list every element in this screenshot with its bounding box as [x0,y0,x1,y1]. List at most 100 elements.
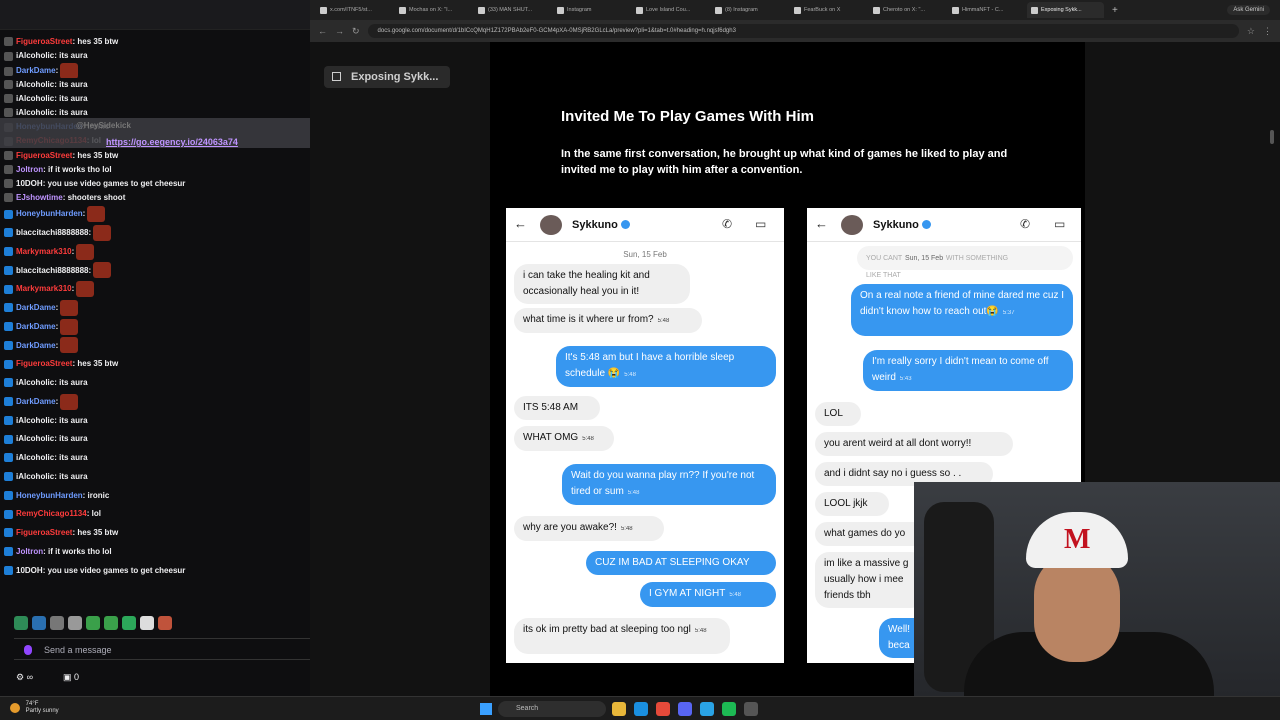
back-icon[interactable]: ← [318,26,327,36]
emote-icon[interactable] [140,616,154,630]
pinned-user: @HeySidekick [76,121,131,130]
mic-icon[interactable] [24,645,32,655]
reload-icon[interactable]: ↻ [352,26,360,37]
emote-icon [60,318,79,335]
chat-username[interactable]: EJshowtime [16,193,63,202]
browser-tab[interactable]: Instagram [553,2,630,18]
browser-tab[interactable]: Mochas on X: "I... [395,2,472,18]
chat-username[interactable]: HoneybunHarden [16,491,83,500]
tab-label: Love Island Cou... [646,7,691,13]
url-field[interactable]: docs.google.com/document/d/1bICcQMqH1Z17… [367,24,1239,38]
chat-username[interactable]: iAlcoholic [16,453,54,462]
chat-username[interactable]: FigueroaStreet [16,528,72,537]
section-heading: Invited Me To Play Games With Him [561,108,814,125]
chat-username[interactable]: 10DOH [16,179,43,188]
received-message: what time is it where ur from? 5:48 [514,308,702,333]
chat-username[interactable]: DarkDame [16,303,56,312]
bookmark-icon[interactable]: ☆ [1247,26,1255,37]
chat-username[interactable]: DarkDame [16,341,56,350]
new-tab-button[interactable]: + [1112,5,1118,16]
chat-username[interactable]: FigueroaStreet [16,151,72,160]
badge-icon [4,150,13,160]
chat-username[interactable]: FigueroaStreet [16,359,72,368]
discord-icon[interactable] [678,702,692,716]
emote-icon [60,337,79,354]
chat-message: iAlcoholic: its aura [4,412,304,431]
app-icon[interactable] [700,702,714,716]
chat-username[interactable]: FigueroaStreet [16,37,72,46]
message-text: I'm really sorry I didn't mean to come o… [872,356,1049,383]
chat-username[interactable]: blaccitachi8888888 [16,228,89,237]
edge-icon[interactable] [634,702,648,716]
points-icon[interactable]: ▣ 0 [63,672,79,683]
browser-tab[interactable]: Exposing Sykk... [1027,2,1104,18]
scrollbar[interactable] [1270,130,1274,144]
emote-icon[interactable] [104,616,118,630]
sent-message: CUZ IM BAD AT SLEEPING OKAY [586,551,776,575]
browser-tab[interactable]: HimmaNFT - C... [948,2,1025,18]
chat-username[interactable]: RemyChicago1134 [16,509,87,518]
taskbar-search[interactable]: Search [498,701,606,717]
chat-username[interactable]: Joltron [16,547,43,556]
gemini-button[interactable]: Ask Gemini [1227,5,1270,15]
chat-username[interactable]: DarkDame [16,66,56,75]
chat-input[interactable]: Send a message [14,638,310,660]
chat-username[interactable]: Markymark310 [16,284,72,293]
chat-username[interactable]: 10DOH [16,566,43,575]
chat-username[interactable]: iAlcoholic [16,51,54,60]
chat-username[interactable]: iAlcoholic [16,108,54,117]
chat-username[interactable]: Markymark310 [16,247,72,256]
chat-footer: ⚙ ∞ ▣ 0 [16,672,79,683]
spotify-icon[interactable] [722,702,736,716]
chat-username[interactable]: iAlcoholic [16,416,54,425]
chat-username[interactable]: iAlcoholic [16,80,54,89]
weather-widget[interactable]: 74°F Partly sunny [10,701,59,715]
file-explorer-icon[interactable] [612,702,626,716]
chat-text: : [71,246,75,256]
outline-button[interactable]: Exposing Sykk... [324,66,451,88]
chat-message: EJshowtime: shooters shoot [4,191,304,205]
browser-tab[interactable]: Cheroto on X: "... [869,2,946,18]
emote-icon[interactable] [50,616,64,630]
browser-tab[interactable]: (33) MAN SHUT... [474,2,551,18]
chat-username[interactable]: HoneybunHarden [16,209,83,218]
verified-icon [921,220,931,229]
message-time: 5:48 [582,436,594,442]
badge-icon [4,397,13,407]
chrome-icon[interactable] [656,702,670,716]
message-text: CUZ IM BAD AT SLEEPING OKAY [595,557,750,568]
badge-icon [4,340,13,350]
chat-username[interactable]: DarkDame [16,322,56,331]
browser-tab[interactable]: (8) Instagram [711,2,788,18]
obs-icon[interactable] [744,702,758,716]
chat-username[interactable]: iAlcoholic [16,94,54,103]
emote-icon[interactable] [68,616,82,630]
browser-tab[interactable]: Love Island Cou... [632,2,709,18]
chat-username[interactable]: iAlcoholic [16,434,54,443]
badge-icon [4,209,13,219]
chat-message: iAlcoholic: its aura [4,468,304,487]
emote-icon [87,206,106,223]
emote-icon[interactable] [122,616,136,630]
emote-icon[interactable] [158,616,172,630]
chat-message: blaccitachi8888888: [4,224,304,243]
verified-icon [620,220,630,229]
chat-username[interactable]: Joltron [16,165,43,174]
windows-start-icon[interactable] [480,703,492,715]
emote-icon[interactable] [32,616,46,630]
chat-username[interactable]: blaccitachi8888888 [16,266,89,275]
message-time: 5:43 [899,376,912,382]
chat-username[interactable]: DarkDame [16,397,56,406]
pinned-link[interactable]: https://go.eegency.io/24063a74 [106,137,238,147]
menu-icon[interactable]: ⋮ [1263,26,1272,37]
settings-icon[interactable]: ⚙ ∞ [16,672,33,683]
weather-temp: 74°F [25,701,39,707]
forward-icon[interactable]: → [335,26,344,36]
message-text: what time is it where ur from? [523,314,654,325]
emote-icon[interactable] [14,616,28,630]
chat-username[interactable]: iAlcoholic [16,378,54,387]
browser-tab[interactable]: x.com/ITNF5/st... [316,2,393,18]
browser-tab[interactable]: FearBuck on X [790,2,867,18]
chat-username[interactable]: iAlcoholic [16,472,54,481]
emote-icon[interactable] [86,616,100,630]
